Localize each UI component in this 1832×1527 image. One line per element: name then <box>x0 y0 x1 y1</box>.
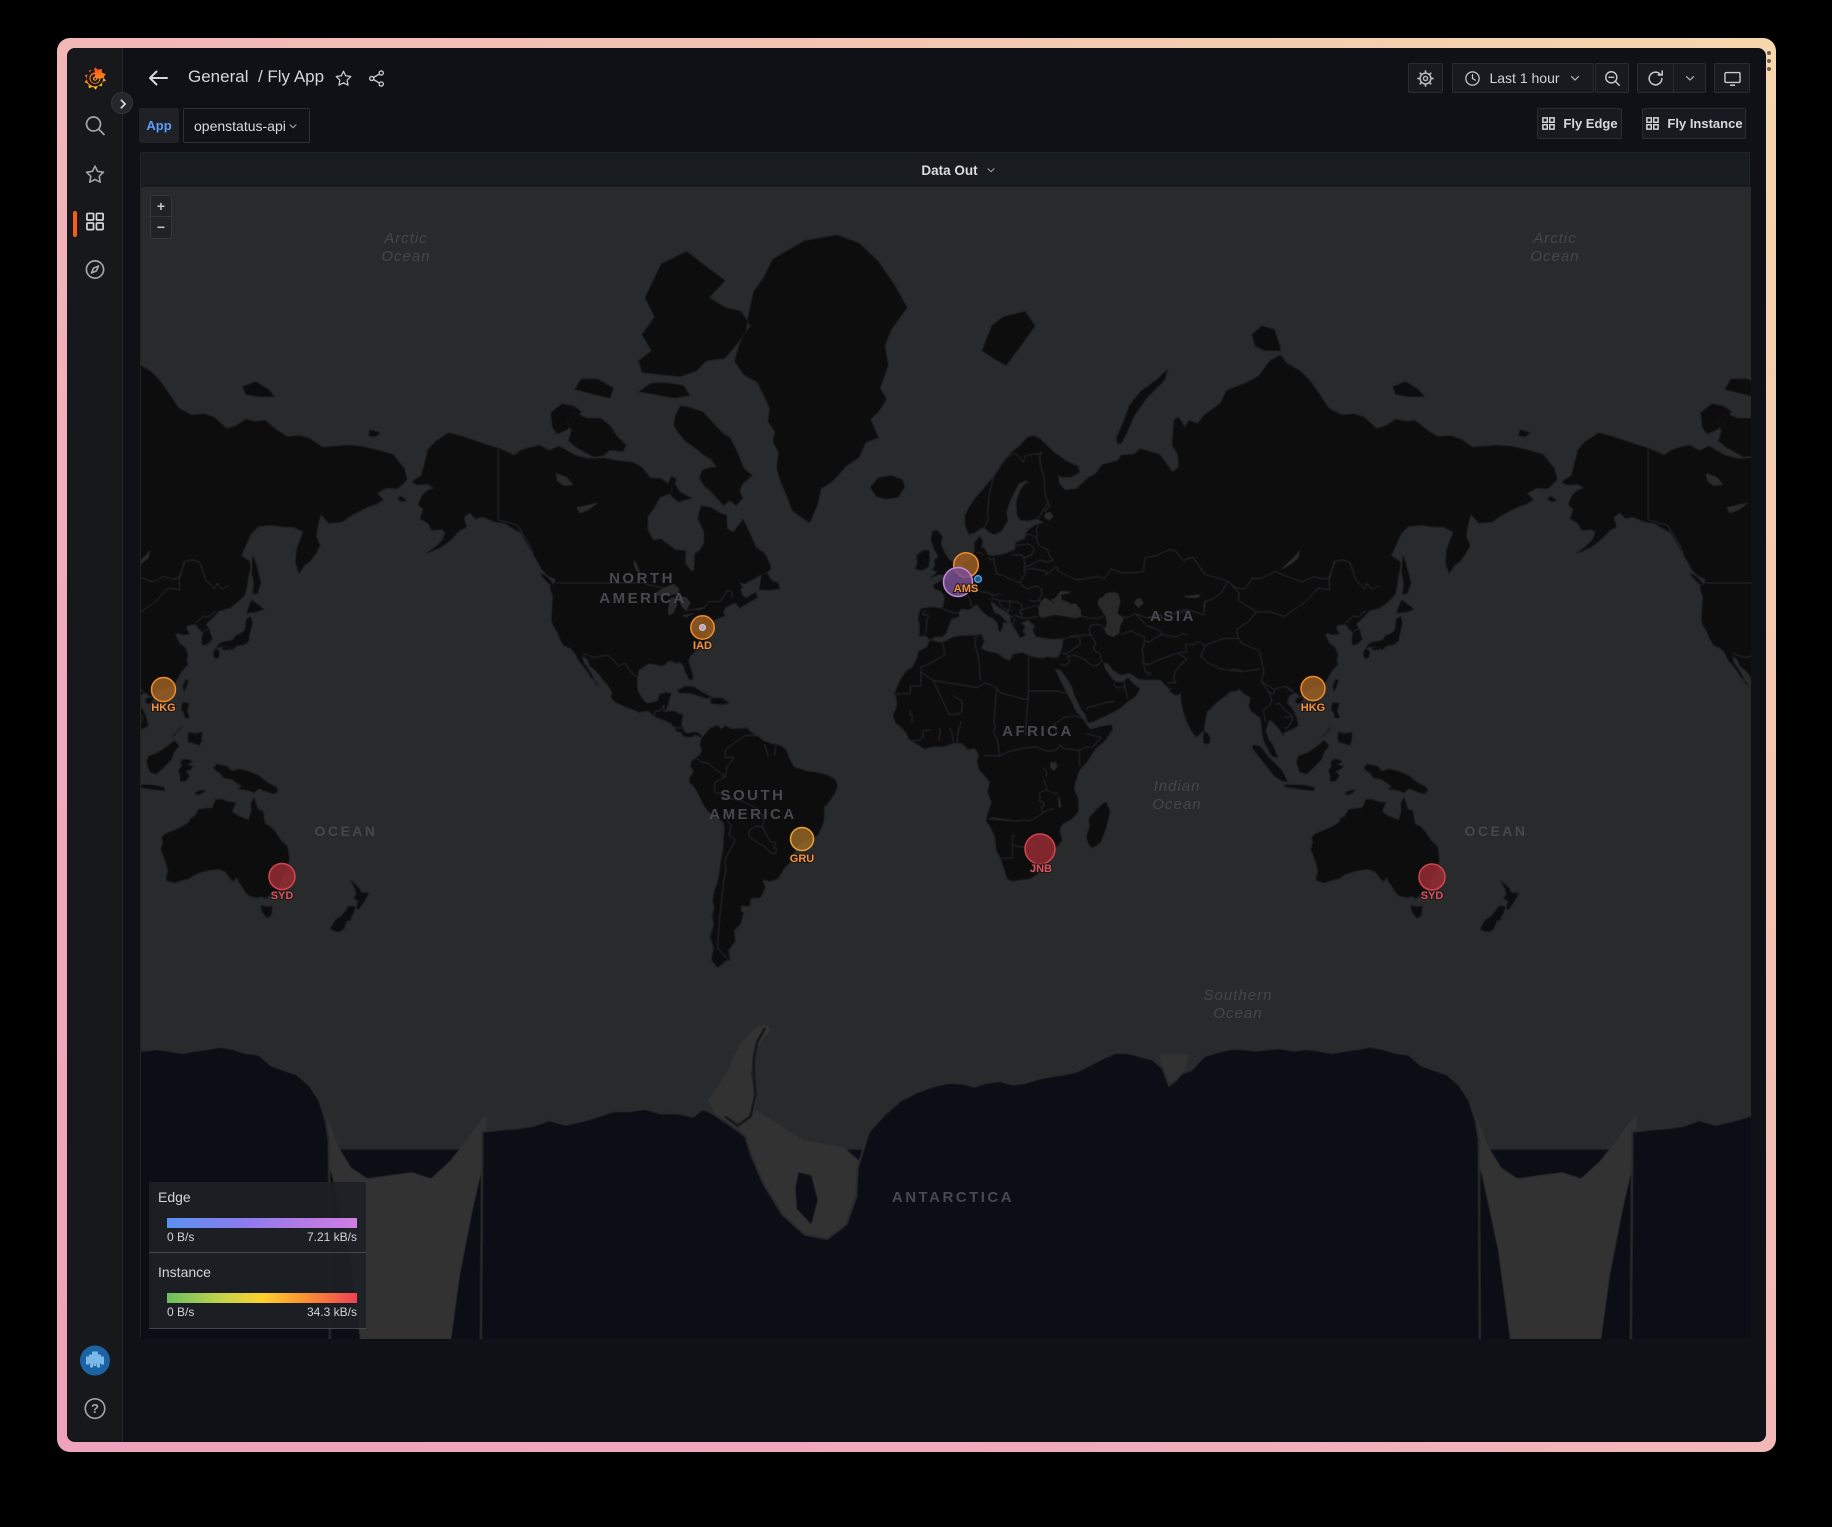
svg-text:NORTH: NORTH <box>609 570 675 587</box>
svg-text:Southern: Southern <box>1204 987 1273 1004</box>
svg-text:Ocean: Ocean <box>381 248 430 265</box>
svg-text:GRU: GRU <box>790 853 815 865</box>
svg-text:OCEAN: OCEAN <box>1464 823 1527 839</box>
svg-text:Ocean: Ocean <box>1213 1005 1262 1022</box>
svg-text:Ocean: Ocean <box>1530 248 1579 265</box>
svg-text:HKG: HKG <box>1301 702 1325 714</box>
svg-text:JNB: JNB <box>1030 863 1052 875</box>
svg-text:Arctic: Arctic <box>383 230 428 247</box>
svg-text:AMS: AMS <box>954 583 978 595</box>
svg-text:Ocean: Ocean <box>1152 796 1201 813</box>
svg-text:AMERICA: AMERICA <box>599 590 687 607</box>
svg-text:SOUTH: SOUTH <box>721 787 786 804</box>
svg-text:SYD: SYD <box>1421 890 1444 902</box>
svg-text:HKG: HKG <box>151 702 175 714</box>
svg-text:ASIA: ASIA <box>1150 608 1196 625</box>
svg-text:AMERICA: AMERICA <box>709 806 797 823</box>
svg-text:Indian: Indian <box>1154 778 1201 795</box>
svg-text:Arctic: Arctic <box>1532 230 1577 247</box>
svg-text:OCEAN: OCEAN <box>314 823 377 839</box>
svg-text:?: ? <box>91 1401 99 1416</box>
svg-text:SYD: SYD <box>271 890 294 902</box>
svg-text:AFRICA: AFRICA <box>1002 723 1074 740</box>
svg-text:ANTARCTICA: ANTARCTICA <box>892 1189 1014 1206</box>
svg-text:IAD: IAD <box>693 640 712 652</box>
